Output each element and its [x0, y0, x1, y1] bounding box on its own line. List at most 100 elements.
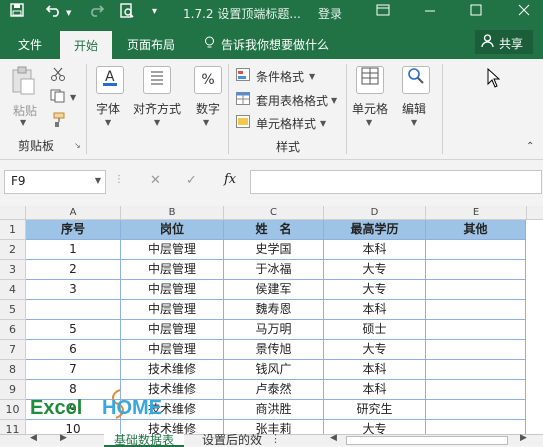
copy-dropdown-icon[interactable]: ▼	[70, 93, 76, 102]
table-cell[interactable]: 钱风广	[224, 360, 324, 380]
table-cell[interactable]: 中层管理	[121, 280, 224, 300]
table-cell[interactable]: 中层管理	[121, 300, 224, 320]
table-cell[interactable]	[26, 300, 121, 320]
cell-style-button[interactable]: 单元格样式	[256, 115, 316, 132]
share-button[interactable]: 共享	[475, 30, 533, 54]
number-button[interactable]: 数字	[196, 100, 220, 117]
table-cell[interactable]: 7	[26, 360, 121, 380]
table-cell[interactable]	[426, 320, 526, 340]
table-cell[interactable]	[426, 280, 526, 300]
table-cell[interactable]	[426, 380, 526, 400]
table-cell[interactable]: 商洪胜	[224, 400, 324, 420]
table-cell[interactable]: 1	[26, 240, 121, 260]
table-cell[interactable]: 研究生	[324, 400, 426, 420]
conditional-format-button[interactable]: 条件格式	[256, 68, 304, 85]
row-header[interactable]: 10	[0, 400, 26, 420]
next-sheet-icon[interactable]: ▶	[60, 433, 67, 443]
prev-sheet-icon[interactable]: ◀	[30, 433, 37, 443]
font-dropdown-icon[interactable]: ▼	[105, 118, 111, 127]
row-header[interactable]: 2	[0, 240, 26, 260]
column-header[interactable]: B	[121, 206, 224, 220]
header-cell[interactable]: 序号	[26, 220, 121, 240]
alignment-dropdown-icon[interactable]: ▼	[154, 118, 160, 127]
close-icon[interactable]	[518, 3, 530, 21]
table-cell[interactable]: 本科	[324, 300, 426, 320]
header-cell[interactable]: 姓 名	[224, 220, 324, 240]
cells-icon[interactable]	[356, 66, 384, 94]
table-cell[interactable]: 中层管理	[121, 260, 224, 280]
redo-icon[interactable]	[88, 3, 105, 21]
qat-dropdown-icon[interactable]: ▾	[152, 6, 157, 17]
search-icon[interactable]	[402, 66, 430, 94]
tab-home[interactable]: 开始	[60, 31, 112, 59]
table-cell[interactable]: 大专	[324, 280, 426, 300]
table-cell[interactable]	[426, 260, 526, 280]
copy-icon[interactable]	[50, 89, 66, 106]
table-cell[interactable]: 本科	[324, 240, 426, 260]
row-header[interactable]: 3	[0, 260, 26, 280]
row-header[interactable]: 6	[0, 320, 26, 340]
table-cell[interactable]: 中层管理	[121, 240, 224, 260]
table-cell[interactable]: 2	[26, 260, 121, 280]
table-format-button[interactable]: 套用表格格式	[256, 92, 328, 109]
table-cell[interactable]: 中层管理	[121, 320, 224, 340]
cells-dropdown-icon[interactable]: ▼	[366, 118, 372, 127]
table-cell[interactable]: 卢泰然	[224, 380, 324, 400]
column-header[interactable]: A	[26, 206, 121, 220]
table-cell[interactable]: 史学国	[224, 240, 324, 260]
table-cell[interactable]	[426, 340, 526, 360]
save-icon[interactable]	[10, 3, 24, 21]
tab-page-layout[interactable]: 页面布局	[127, 36, 175, 53]
confirm-icon[interactable]: ✓	[186, 173, 197, 188]
table-cell[interactable]	[426, 360, 526, 380]
table-cell[interactable]: 大专	[324, 420, 426, 434]
font-button[interactable]: 字体	[96, 100, 120, 117]
hscroll-right-icon[interactable]: ▶	[520, 433, 527, 443]
header-cell[interactable]: 最高学历	[324, 220, 426, 240]
cut-icon[interactable]	[50, 66, 66, 85]
table-cell[interactable]: 大专	[324, 340, 426, 360]
sheet-tab[interactable]: 设置后的效	[196, 434, 266, 445]
table-cell[interactable]	[426, 420, 526, 434]
row-header[interactable]: 4	[0, 280, 26, 300]
worksheet-grid[interactable]: A B C D E 1 序号 岗位 姓 名 最高学历 其他 2 1 中层管理 史学国本…	[0, 206, 543, 434]
number-dropdown-icon[interactable]: ▼	[203, 118, 209, 127]
paste-dropdown-icon[interactable]: ▼	[20, 118, 26, 127]
row-header[interactable]: 11	[0, 420, 26, 434]
name-box-dropdown-icon[interactable]: ▼	[95, 176, 101, 185]
alignment-button[interactable]: 对齐方式	[133, 100, 181, 117]
row-header[interactable]: 7	[0, 340, 26, 360]
alignment-icon[interactable]	[143, 66, 171, 94]
sheet-tab-active[interactable]: 基础数据表	[104, 434, 184, 447]
maximize-icon[interactable]	[470, 3, 482, 21]
undo-dropdown-icon[interactable]: ▼	[66, 9, 71, 17]
conditional-format-dropdown-icon[interactable]: ▼	[309, 72, 315, 81]
insert-function-icon[interactable]: fx	[224, 172, 236, 187]
table-format-dropdown-icon[interactable]: ▼	[331, 96, 337, 105]
table-cell[interactable]: 5	[26, 320, 121, 340]
table-cell[interactable]: 本科	[324, 380, 426, 400]
table-cell[interactable]: 技术维修	[121, 360, 224, 380]
table-cell[interactable]: 6	[26, 340, 121, 360]
formula-input[interactable]	[250, 170, 542, 194]
table-cell[interactable]: 本科	[324, 360, 426, 380]
print-preview-icon[interactable]	[120, 3, 134, 23]
name-box[interactable]: F9 ▼	[4, 170, 106, 194]
minimize-icon[interactable]	[424, 3, 436, 21]
row-header[interactable]: 8	[0, 360, 26, 380]
row-header[interactable]: 9	[0, 380, 26, 400]
table-cell[interactable]: 大专	[324, 260, 426, 280]
hscroll-left-icon[interactable]: ◀	[330, 433, 337, 443]
tell-me-search[interactable]: 告诉我你想要做什么	[221, 36, 329, 53]
row-header[interactable]: 5	[0, 300, 26, 320]
clipboard-launcher-icon[interactable]: ↘	[74, 141, 81, 150]
editing-dropdown-icon[interactable]: ▼	[411, 118, 417, 127]
font-icon[interactable]: A	[96, 66, 124, 94]
editing-button[interactable]: 编辑	[402, 100, 426, 117]
percent-icon[interactable]: %	[194, 66, 222, 94]
paste-button[interactable]: 粘贴	[13, 102, 37, 119]
table-cell[interactable]: 侯建军	[224, 280, 324, 300]
collapse-ribbon-icon[interactable]: ⌃	[526, 141, 534, 152]
row-header[interactable]: 1	[0, 220, 26, 240]
header-cell[interactable]: 其他	[426, 220, 526, 240]
